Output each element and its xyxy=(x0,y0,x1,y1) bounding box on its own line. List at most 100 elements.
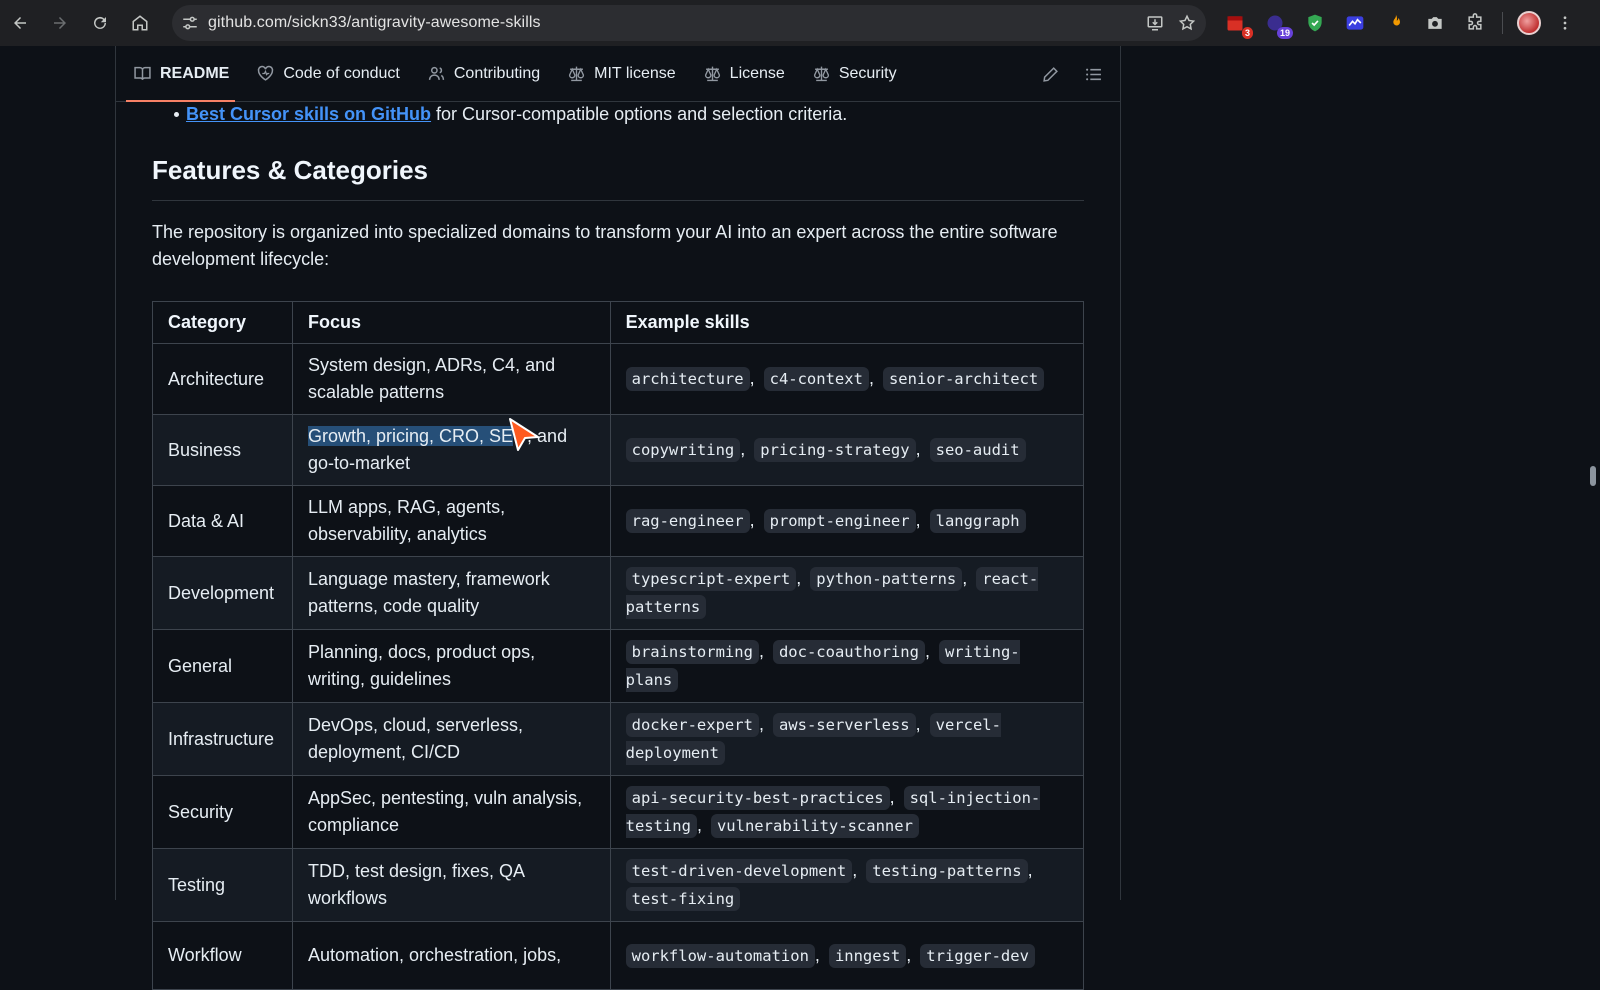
arrow-left-icon xyxy=(14,17,26,29)
table-row: Architecture System design, ADRs, C4, and… xyxy=(152,343,1085,415)
page-border-right xyxy=(1120,46,1121,900)
skills-cell: docker-expert, aws-serverless, vercel-de… xyxy=(609,702,1085,776)
home-button[interactable] xyxy=(120,0,160,46)
skill-code: architecture xyxy=(625,367,750,391)
skill-code: doc-coauthoring xyxy=(772,640,925,664)
separator: , xyxy=(868,368,879,388)
puzzle-icon[interactable] xyxy=(1462,10,1488,36)
skill-code: copywriting xyxy=(625,438,741,462)
separator: , xyxy=(962,568,973,588)
shield-ext-icon[interactable] xyxy=(1302,10,1328,36)
address-bar[interactable]: github.com/sickn33/antigravity-awesome-s… xyxy=(172,5,1206,41)
tab-code-of-conduct[interactable]: Code of conduct xyxy=(257,46,400,102)
separator: , xyxy=(749,510,760,530)
reload-button[interactable] xyxy=(80,0,120,46)
table-body: Architecture System design, ADRs, C4, and… xyxy=(152,343,1085,990)
category-cell: Testing xyxy=(152,848,293,922)
tab-security[interactable]: Security xyxy=(813,46,897,102)
focus-cell: Planning, docs, product ops, writing, gu… xyxy=(291,629,611,703)
skill-code: brainstorming xyxy=(625,640,759,664)
skills-cell: typescript-expert, python-patterns, reac… xyxy=(609,556,1085,630)
focus-cell: Growth, pricing, CRO, SEO, and go-to-mar… xyxy=(291,414,611,486)
table-row: Business Growth, pricing, CRO, SEO, and g… xyxy=(152,414,1085,486)
skill-code: aws-serverless xyxy=(772,713,916,737)
site-settings-icon[interactable] xyxy=(172,5,208,41)
heart-icon xyxy=(258,65,274,81)
url-text[interactable]: github.com/sickn33/antigravity-awesome-s… xyxy=(208,14,541,32)
skill-code: workflow-automation xyxy=(625,943,815,968)
separator: , xyxy=(852,860,863,880)
tab-mit-license[interactable]: MIT license xyxy=(568,46,676,102)
tab-label: README xyxy=(160,64,230,82)
focus-cell: System design, ADRs, C4, and scalable pa… xyxy=(291,343,611,415)
category-cell: Business xyxy=(152,414,293,486)
table-row: Testing TDD, test design, fixes, QA workf… xyxy=(152,848,1085,922)
category-cell: Data & AI xyxy=(152,485,293,557)
tab-label: Security xyxy=(838,64,897,82)
skill-code: rag-engineer xyxy=(625,509,750,533)
category-cell: Workflow xyxy=(152,921,293,990)
tab-label: License xyxy=(729,64,785,82)
separator: , xyxy=(906,944,917,965)
flame-ext-icon[interactable] xyxy=(1382,10,1408,36)
page-scrollbar-thumb[interactable] xyxy=(1590,466,1596,486)
forward-button[interactable] xyxy=(40,0,80,46)
table-row: Security AppSec, pentesting, vuln analysi… xyxy=(152,775,1085,849)
tab-readme[interactable]: README xyxy=(125,46,236,102)
skill-code: senior-architect xyxy=(882,367,1045,391)
reload-icon xyxy=(94,16,106,29)
category-cell: Development xyxy=(152,556,293,630)
cursor-skills-link[interactable]: Best Cursor skills on GitHub xyxy=(186,104,431,124)
law-icon xyxy=(813,66,829,82)
skill-code: seo-audit xyxy=(929,438,1026,462)
table-header-row: Category Focus Example skills xyxy=(152,301,1085,344)
skill-code: inngest xyxy=(828,943,907,968)
category-cell: Architecture xyxy=(152,343,293,415)
table-row: General Planning, docs, product ops, writ… xyxy=(152,629,1085,703)
skills-cell: test-driven-development, testing-pattern… xyxy=(609,848,1085,922)
skill-code: vulnerability-scanner xyxy=(710,814,919,838)
skill-code: typescript-expert xyxy=(625,567,797,591)
category-cell: Security xyxy=(152,775,293,849)
column-header-focus: Focus xyxy=(291,301,611,344)
column-header-skills: Example skills xyxy=(609,301,1085,344)
people-icon xyxy=(428,66,445,80)
browser-menu-button[interactable] xyxy=(1555,14,1575,32)
skill-code: langgraph xyxy=(929,509,1026,533)
intro-paragraph: The repository is organized into special… xyxy=(152,222,1058,269)
selected-text[interactable]: Growth, pricing, CRO, SE xyxy=(307,426,514,446)
focus-cell: Automation, orchestration, jobs, xyxy=(291,921,611,990)
chart-ext-icon[interactable] xyxy=(1342,10,1368,36)
skills-cell: brainstorming, doc-coauthoring, writing-… xyxy=(609,629,1085,703)
skill-code: trigger-dev xyxy=(920,943,1035,968)
pencil-icon[interactable] xyxy=(1042,66,1059,83)
kebab-icon xyxy=(1563,16,1567,30)
separator: , xyxy=(749,368,760,388)
skill-code: testing-patterns xyxy=(866,859,1028,883)
profile-avatar[interactable] xyxy=(1517,11,1541,35)
page-border-left xyxy=(115,46,116,900)
bookmark-star-icon[interactable] xyxy=(1178,14,1196,32)
skill-code: test-driven-development xyxy=(625,859,853,883)
skills-cell: architecture, c4-context, senior-archite… xyxy=(609,343,1085,415)
skill-code: python-patterns xyxy=(810,567,963,591)
camera-ext-icon[interactable] xyxy=(1422,10,1448,36)
tab-license[interactable]: License xyxy=(704,46,785,102)
tab-label: Contributing xyxy=(453,64,541,82)
skill-code: api-security-best-practices xyxy=(625,786,890,810)
section-heading: Features & Categories xyxy=(152,155,1084,201)
install-app-icon[interactable] xyxy=(1146,14,1164,32)
tracker-ext-icon[interactable]: 19 xyxy=(1262,10,1293,39)
tab-label: MIT license xyxy=(594,64,676,82)
calendar-ext-icon[interactable]: 3 xyxy=(1222,10,1253,39)
arrow-right-icon xyxy=(54,17,66,29)
focus-cell: Language mastery, framework patterns, co… xyxy=(291,556,611,630)
list-outline-icon[interactable] xyxy=(1085,66,1102,83)
skills-cell: api-security-best-practices, sql-injecti… xyxy=(609,775,1085,849)
skill-code: c4-context xyxy=(763,367,869,391)
toolbar-divider xyxy=(1502,12,1503,34)
law-icon xyxy=(704,66,720,82)
focus-cell: AppSec, pentesting, vuln analysis, compl… xyxy=(291,775,611,849)
back-button[interactable] xyxy=(0,0,40,46)
tab-contributing[interactable]: Contributing xyxy=(428,46,540,102)
